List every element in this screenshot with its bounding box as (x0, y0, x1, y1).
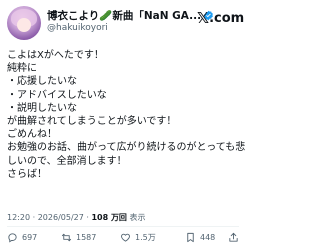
tweet-line: 純粋に (7, 63, 37, 75)
avatar[interactable] (7, 6, 41, 40)
author-handle[interactable]: @hakuikoyori (47, 23, 108, 33)
tweet-line: こよはXがへたです！ (7, 50, 104, 61)
share-icon (229, 232, 238, 242)
tweet-line: さらば！ (7, 168, 47, 180)
tweet-line: ・応援したいな (7, 76, 77, 88)
bookmark-icon (187, 232, 194, 243)
reply-button[interactable]: 697 (7, 232, 37, 243)
reply-count: 697 (22, 233, 38, 242)
share-button[interactable] (228, 232, 243, 243)
author-name-row[interactable]: 博衣こより🥒新曲「NaN GA... (47, 8, 214, 22)
reply-icon (8, 233, 17, 243)
meta-separator: · (86, 213, 89, 222)
retweet-count: 1587 (76, 233, 97, 242)
retweet-icon (61, 233, 72, 242)
x-logo: 𝕏 .com (197, 9, 244, 27)
tweet-meta: 12:20 · 2026/05/27 · 108 万回 表示 (7, 212, 145, 223)
view-label: 表示 (129, 213, 146, 222)
heart-icon (121, 233, 130, 242)
tweet-time[interactable]: 12:20 (7, 213, 30, 222)
tweet-line: お勉強のお話、曲がって広がり続けるのがとっても悲 (7, 142, 246, 154)
like-count: 1.5万 (135, 233, 156, 242)
meta-separator: · (32, 213, 36, 222)
view-count: 108 万回 (91, 213, 127, 222)
tweet-date[interactable]: 2026/05/27 (38, 213, 84, 222)
bookmark-button[interactable]: 448 (185, 232, 215, 243)
author-name[interactable]: 博衣こより🥒新曲「NaN GA... (47, 8, 201, 23)
bookmark-count: 448 (200, 233, 216, 242)
tweet-line: ・説明したいな (7, 102, 77, 114)
tweet-line: ごめんね！ (7, 129, 57, 141)
divider (7, 226, 239, 227)
tweet-line: ・アドバイスしたいな (7, 89, 107, 101)
tweet-text: こよはXがへたです！ 純粋に ・応援したいな ・アドバイスしたいな ・説明したい… (7, 49, 246, 181)
tweet-header: 博衣こより🥒新曲「NaN GA... @hakuikoyori 𝕏 .com (0, 0, 244, 44)
x-logo-icon: 𝕏 (197, 9, 210, 27)
x-logo-text: .com (209, 10, 245, 26)
like-button[interactable]: 1.5万 (120, 232, 156, 243)
tweet-line: が曲解されてしまうことが多いです！ (7, 115, 177, 127)
action-bar: 697 1587 1.5万 448 (0, 228, 244, 248)
retweet-button[interactable]: 1587 (61, 232, 96, 243)
tweet-line: しいので、全部消します！ (7, 155, 127, 167)
